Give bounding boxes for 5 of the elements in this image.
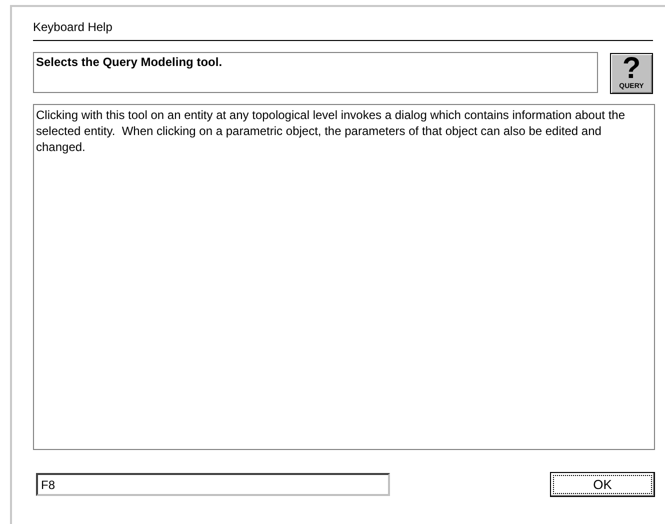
- description-box: Clicking with this tool on an entity at any topological level invokes a dialog which contains information about the selected entity. When clicking on a parametric object, the parameters of that object can also be edited and changed.: [33, 104, 655, 450]
- ok-button[interactable]: OK: [550, 472, 655, 497]
- summary-box: Selects the Query Modeling tool.: [33, 52, 598, 93]
- dialog-title: Keyboard Help: [33, 19, 112, 35]
- shortcut-field[interactable]: F8: [36, 473, 390, 496]
